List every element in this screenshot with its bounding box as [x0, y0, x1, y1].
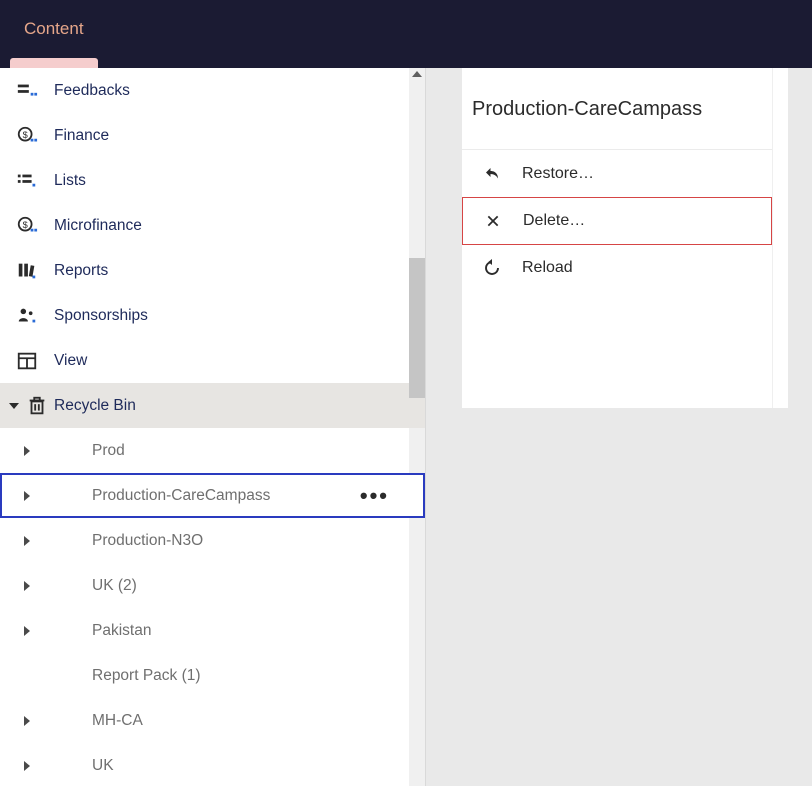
reload-icon — [482, 259, 502, 277]
tree-item-label: Finance — [54, 127, 425, 145]
caret-right-icon[interactable] — [0, 581, 54, 591]
action-delete[interactable]: Delete… — [462, 197, 772, 245]
tree-item-label: Prod — [84, 442, 425, 460]
action-panel: Production-CareCampass Restore… Delete… … — [462, 68, 772, 408]
caret-right-icon[interactable] — [0, 761, 54, 771]
svg-text:$: $ — [23, 129, 28, 139]
caret-right-icon[interactable] — [0, 491, 54, 501]
tree-item-mh-ca[interactable]: MH-CA — [0, 698, 425, 743]
view-icon — [0, 350, 54, 372]
tree-item-uk[interactable]: UK — [0, 743, 425, 786]
tree-item-production-n3o[interactable]: Production-N3O — [0, 518, 425, 563]
tree-item-sponsorships[interactable]: Sponsorships — [0, 293, 425, 338]
reports-icon — [0, 260, 54, 282]
finance-icon: $ — [0, 125, 54, 147]
tree-item-label: Report Pack (1) — [84, 667, 425, 685]
tree-item-label: UK — [84, 757, 425, 775]
close-icon — [483, 214, 503, 228]
more-actions-icon[interactable]: ••• — [360, 485, 389, 507]
scroll-up-arrow-icon[interactable] — [412, 71, 422, 77]
tree-item-label: Sponsorships — [54, 307, 425, 325]
action-label: Reload — [522, 259, 573, 277]
tree-panel: Feedbacks $ Finance Lists $ Microfinance — [0, 68, 426, 786]
tree-item-report-pack-1[interactable]: Report Pack (1) — [0, 653, 425, 698]
tree-item-production-carecampass[interactable]: Production-CareCampass ••• — [0, 473, 425, 518]
tree-item-label: Pakistan — [84, 622, 425, 640]
tree-item-label: Lists — [54, 172, 425, 190]
caret-down-icon[interactable] — [0, 403, 20, 409]
caret-right-icon[interactable] — [0, 626, 54, 636]
caret-right-icon[interactable] — [0, 446, 54, 456]
tree-item-reports[interactable]: Reports — [0, 248, 425, 293]
tree-root: Feedbacks $ Finance Lists $ Microfinance — [0, 68, 425, 786]
tree-item-label: Production-N3O — [84, 532, 425, 550]
tree-item-microfinance[interactable]: $ Microfinance — [0, 203, 425, 248]
action-reload[interactable]: Reload — [462, 244, 772, 292]
tree-item-prod[interactable]: Prod — [0, 428, 425, 473]
tree-item-label: Feedbacks — [54, 82, 425, 100]
tree-item-label: View — [54, 352, 425, 370]
svg-text:$: $ — [23, 219, 28, 229]
tree-item-finance[interactable]: $ Finance — [0, 113, 425, 158]
right-divider — [772, 68, 788, 408]
active-tab-indicator — [10, 58, 98, 68]
tree-item-uk-2[interactable]: UK (2) — [0, 563, 425, 608]
tree-item-lists[interactable]: Lists — [0, 158, 425, 203]
microfinance-icon: $ — [0, 215, 54, 237]
tree-item-label: Recycle Bin — [54, 397, 425, 415]
action-restore[interactable]: Restore… — [462, 150, 772, 198]
top-strip — [0, 58, 812, 68]
action-panel-title: Production-CareCampass — [462, 68, 772, 150]
tree-item-feedbacks[interactable]: Feedbacks — [0, 68, 425, 113]
caret-right-icon[interactable] — [0, 536, 54, 546]
sponsorships-icon — [0, 305, 54, 327]
feedbacks-icon — [0, 80, 54, 102]
trash-icon — [20, 395, 54, 417]
action-label: Delete… — [523, 212, 585, 230]
caret-right-icon[interactable] — [0, 716, 54, 726]
workspace: Feedbacks $ Finance Lists $ Microfinance — [0, 68, 812, 786]
tree-item-recycle-bin[interactable]: Recycle Bin — [0, 383, 425, 428]
top-bar: Content — [0, 0, 812, 58]
tree-item-label: Microfinance — [54, 217, 425, 235]
undo-icon — [482, 165, 502, 183]
tab-content[interactable]: Content — [24, 19, 84, 39]
tree-item-pakistan[interactable]: Pakistan — [0, 608, 425, 653]
tree-item-label: Reports — [54, 262, 425, 280]
tree-item-view[interactable]: View — [0, 338, 425, 383]
action-label: Restore… — [522, 165, 594, 183]
tree-item-label: MH-CA — [84, 712, 425, 730]
lists-icon — [0, 170, 54, 192]
tree-item-label: UK (2) — [84, 577, 425, 595]
